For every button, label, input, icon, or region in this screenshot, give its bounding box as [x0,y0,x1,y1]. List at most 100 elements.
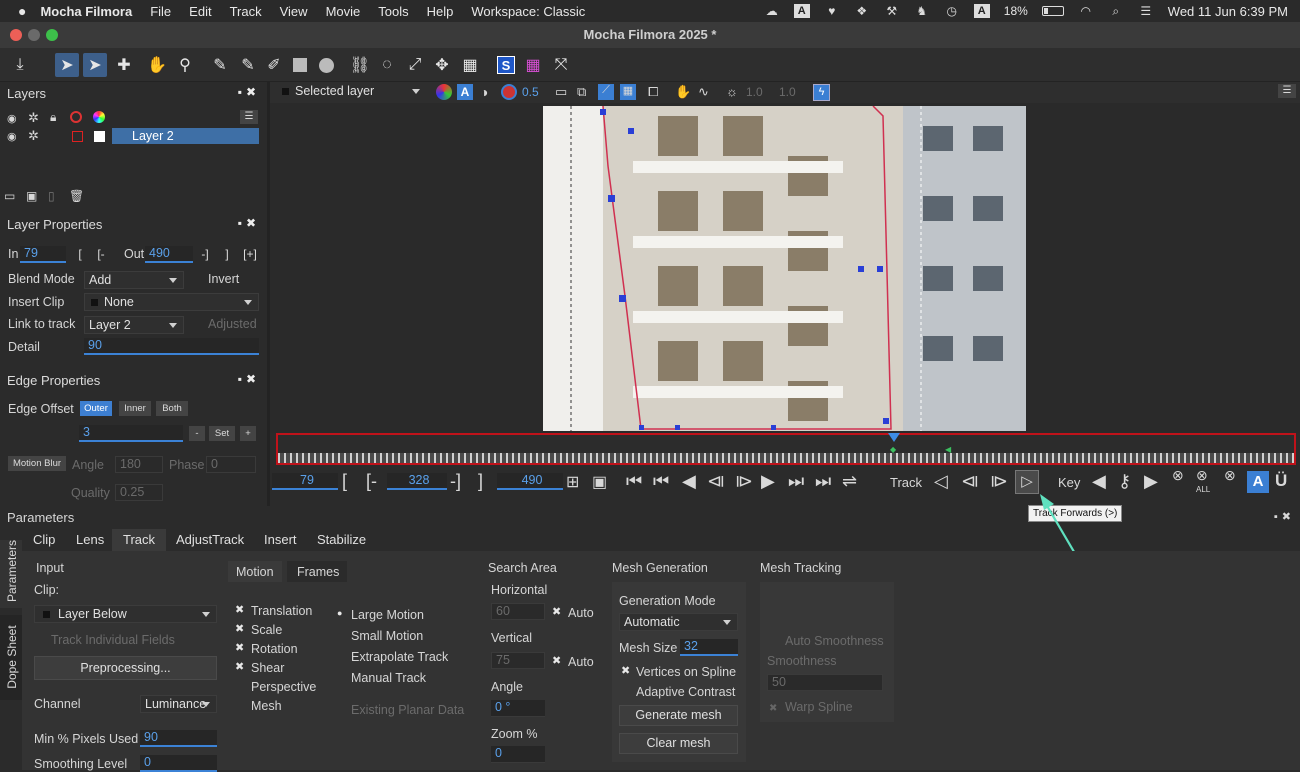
playhead-marker[interactable] [888,433,900,442]
flash-icon[interactable]: ϟ [813,84,830,101]
insert-clip-dropdown[interactable]: None [84,293,259,311]
trash-icon[interactable]: 🗑︎ [69,189,84,203]
outer-button[interactable]: Outer [80,401,112,416]
dropbox-icon[interactable]: ❖ [854,4,870,18]
horizontal-field[interactable]: 60 [491,603,545,620]
show-grid-icon[interactable]: ▦ [521,53,545,77]
smoothing-field[interactable]: 0 [140,755,217,772]
layer-eye-icon[interactable]: ◉ [7,130,17,143]
generation-mode-dropdown[interactable]: Automatic [619,613,738,631]
menu-tools[interactable]: Tools [378,4,408,19]
xspline-tool-icon[interactable]: ✎ [208,53,232,77]
heart-icon[interactable]: ♥ [824,4,840,18]
current-frame-field[interactable]: 79 [272,473,338,490]
video-frame[interactable] [543,106,1026,431]
grid-icon[interactable]: ▦ [458,53,482,77]
pick-b-tool-icon[interactable]: ➤ [83,53,107,77]
blend-mode-dropdown[interactable]: Add [84,271,184,289]
prev-key-icon[interactable]: ◀ [1092,471,1106,492]
tab-adjusttrack[interactable]: AdjustTrack [168,529,252,551]
gear-icon[interactable]: ✲ [28,110,39,126]
smoothness-field[interactable]: 50 [767,674,883,691]
rgb-channels-icon[interactable] [436,84,452,100]
tab-stabilize[interactable]: Stabilize [309,529,374,551]
keyframe-marker[interactable]: ◀ [945,445,951,454]
overlay-icon[interactable]: ⧉ [577,84,586,100]
generate-mesh-button[interactable]: Generate mesh [619,705,738,726]
in-out-range-icon[interactable]: ⊞ [566,472,579,492]
auto-smoothness-checkbox[interactable] [769,636,779,646]
panel-controls[interactable]: ▪✖ [238,216,260,230]
keyframe-marker[interactable]: ◆ [890,445,896,454]
spline-icon[interactable]: ⟋ [598,84,614,100]
adaptive-contrast-checkbox[interactable] [621,687,631,697]
layer-select-dropdown[interactable]: Selected layer [276,83,426,101]
menu-edit[interactable]: Edit [189,4,211,19]
go-in-point-button[interactable]: [- [366,471,377,492]
mesh-checkbox[interactable] [235,701,245,711]
move-icon[interactable]: ✥ [430,53,454,77]
tab-lens[interactable]: Lens [68,529,112,551]
color-picker-icon[interactable] [93,111,105,123]
extrapolate-track-radio[interactable] [337,653,347,663]
lock-icon[interactable]: 🔒︎ [50,110,56,125]
mesh-size-field[interactable]: 32 [680,639,738,656]
layer-row[interactable]: Layer 2 [112,128,259,144]
search-icon[interactable]: ⌕ [1108,4,1124,18]
layer-menu-icon[interactable]: ☰ [240,110,258,124]
add-layer-icon[interactable]: ▣ [26,189,37,203]
delete-all-keys-icon[interactable]: ⊗ [1196,467,1208,484]
set-in-bracket-button[interactable]: [ [73,247,87,262]
battery-icon[interactable] [1041,6,1064,16]
edge-offset-field[interactable]: 3 [79,425,183,442]
input-source-icon[interactable]: A [973,4,990,18]
track-backward-frame-icon[interactable]: ⧏ [961,471,979,492]
go-out-point-button[interactable]: -] [450,471,461,492]
go-out-button[interactable]: -] [198,247,212,262]
auto-key-icon[interactable]: A [1247,471,1269,493]
color-wheel-icon[interactable] [70,111,82,123]
time-machine-icon[interactable]: ◷ [944,4,960,18]
in-point-field[interactable]: 79 [20,246,66,263]
zoom-icon[interactable]: ⚲ [173,53,197,77]
go-to-end-icon[interactable]: ⏭ [815,471,831,492]
horizontal-auto-checkbox[interactable] [552,605,562,618]
step-forward-icon[interactable]: ⧐ [735,471,753,492]
hand-viewer-icon[interactable]: ✋ [675,84,691,100]
grid-overlay-icon[interactable]: ▦ [620,84,636,100]
out-point-field[interactable]: 490 [145,246,193,263]
surface-icon[interactable]: S [494,53,518,77]
invert-checkbox[interactable] [193,274,203,284]
text-icon[interactable]: A [793,4,810,18]
shear-checkbox[interactable] [235,660,245,673]
cloud-icon[interactable]: ☁ [764,4,780,18]
menu-view[interactable]: View [280,4,308,19]
rotation-checkbox[interactable] [235,641,245,654]
clear-mesh-button[interactable]: Clear mesh [619,733,738,754]
brightness-value[interactable]: 1.0 [746,85,763,99]
go-to-start-icon[interactable]: ⏮ [626,471,642,492]
fit-icon[interactable]: ⤧ [549,53,573,77]
scale-icon[interactable]: ⤢ [403,53,427,77]
eye-icon[interactable]: ◉ [7,112,17,125]
vertical-auto-checkbox[interactable] [552,654,562,667]
menu-file[interactable]: File [150,4,171,19]
vertices-on-spline-checkbox[interactable] [621,664,631,677]
ellipse-tool-icon[interactable] [314,53,338,77]
loop-icon[interactable]: ⇌ [842,471,857,492]
rectangle-tool-icon[interactable] [288,53,312,77]
brightness-icon[interactable]: ☼ [726,84,738,99]
close-window-button[interactable] [10,29,22,41]
blur-quality-field[interactable]: 0.25 [115,484,163,501]
step-backward-icon[interactable]: ⧏ [707,471,725,492]
play-forward-icon[interactable]: ▶ [761,471,775,492]
manual-track-radio[interactable] [337,674,347,684]
vertical-field[interactable]: 75 [491,652,545,669]
new-folder-icon[interactable]: ▭ [4,189,15,203]
full-range-button[interactable]: [+] [242,247,258,262]
panel-controls[interactable]: ▪✖ [238,85,260,99]
contrast-value[interactable]: 1.0 [779,85,796,99]
small-motion-radio[interactable] [337,632,347,642]
tab-clip[interactable]: Clip [25,529,63,551]
set-in-point-button[interactable]: [ [342,471,347,492]
